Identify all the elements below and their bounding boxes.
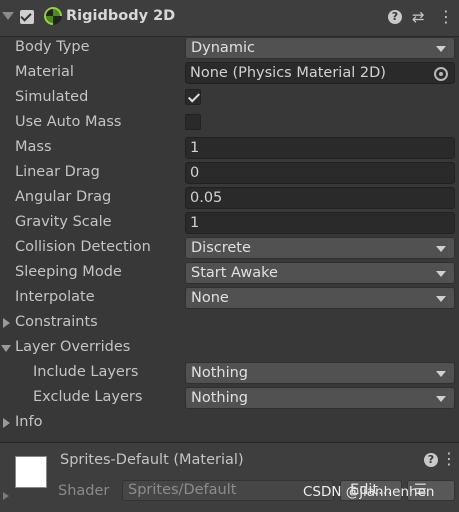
row-simulated: Simulated — [0, 86, 459, 111]
material-foldout-icon[interactable] — [3, 492, 9, 500]
component-title: Rigidbody 2D — [66, 8, 176, 24]
foldout-arrow-icon[interactable] — [2, 12, 14, 20]
linear-drag-label: Linear Drag — [15, 164, 100, 180]
row-body-type: Body Type Dynamic — [0, 36, 459, 61]
help-icon[interactable]: ? — [388, 10, 402, 24]
collision-detection-label: Collision Detection — [15, 239, 151, 255]
row-use-auto-mass: Use Auto Mass — [0, 111, 459, 136]
material-label: Material — [15, 64, 74, 80]
row-material: Material None (Physics Material 2D) — [0, 61, 459, 86]
material-preview-header: Sprites-Default (Material) ? ⋮ Shader Sp… — [0, 443, 459, 512]
constraints-foldout[interactable]: Constraints — [0, 311, 459, 336]
row-include-layers: Include Layers Nothing — [0, 361, 459, 386]
foldout-collapsed-icon[interactable] — [3, 418, 10, 428]
dropdown-arrow-icon — [436, 396, 446, 402]
interpolate-dropdown[interactable]: None — [185, 287, 455, 309]
component-header[interactable]: Rigidbody 2D ? ⇄ ⋮ — [0, 0, 459, 37]
interpolate-label: Interpolate — [15, 289, 95, 305]
include-layers-dropdown[interactable]: Nothing — [185, 362, 455, 384]
row-collision-detection: Collision Detection Discrete — [0, 236, 459, 261]
sleeping-mode-value: Start Awake — [191, 265, 278, 281]
layer-overrides-foldout[interactable]: Layer Overrides — [0, 336, 459, 361]
dropdown-arrow-icon — [436, 271, 446, 277]
simulated-label: Simulated — [15, 89, 89, 105]
sleeping-mode-label: Sleeping Mode — [15, 264, 122, 280]
help-icon[interactable]: ? — [424, 453, 438, 467]
dropdown-arrow-icon — [436, 46, 446, 52]
constraints-label[interactable]: Constraints — [15, 314, 98, 330]
body-type-label: Body Type — [15, 39, 90, 55]
row-exclude-layers: Exclude Layers Nothing — [0, 386, 459, 411]
watermark: CSDN @jianhenhen — [303, 484, 435, 500]
angular-drag-label: Angular Drag — [15, 189, 112, 205]
gravity-scale-label: Gravity Scale — [15, 214, 112, 230]
rigidbody2d-icon — [44, 7, 62, 25]
material-title: Sprites-Default (Material) — [60, 452, 244, 468]
component-enabled-checkbox[interactable] — [20, 10, 34, 24]
angular-drag-field[interactable]: 0.05 — [185, 187, 455, 209]
row-mass: Mass 1 — [0, 136, 459, 161]
use-auto-mass-checkbox[interactable] — [185, 114, 201, 130]
row-sleeping-mode: Sleeping Mode Start Awake — [0, 261, 459, 286]
use-auto-mass-label: Use Auto Mass — [15, 114, 122, 130]
exclude-layers-dropdown[interactable]: Nothing — [185, 387, 455, 409]
row-linear-drag: Linear Drag 0 — [0, 161, 459, 186]
material-value: None (Physics Material 2D) — [190, 65, 386, 81]
component-menu-icon[interactable]: ⋮ — [438, 9, 454, 25]
foldout-expanded-icon[interactable] — [1, 345, 11, 352]
material-object-field[interactable]: None (Physics Material 2D) — [185, 62, 455, 84]
body-type-dropdown[interactable]: Dynamic — [185, 37, 455, 59]
simulated-checkbox[interactable] — [185, 89, 201, 105]
dropdown-arrow-icon — [436, 371, 446, 377]
object-picker-icon[interactable] — [434, 67, 448, 81]
shader-label: Shader — [58, 483, 110, 499]
sleeping-mode-dropdown[interactable]: Start Awake — [185, 262, 455, 284]
exclude-layers-label: Exclude Layers — [33, 389, 143, 405]
include-layers-value: Nothing — [191, 365, 249, 381]
preset-icon[interactable]: ⇄ — [412, 10, 425, 25]
collision-detection-value: Discrete — [191, 240, 251, 256]
mass-field[interactable]: 1 — [185, 137, 455, 159]
info-label[interactable]: Info — [15, 414, 42, 430]
material-menu-icon[interactable]: ⋮ — [441, 451, 457, 467]
foldout-collapsed-icon[interactable] — [3, 318, 10, 328]
info-foldout[interactable]: Info — [0, 411, 459, 436]
body-type-value: Dynamic — [191, 40, 255, 56]
exclude-layers-value: Nothing — [191, 390, 249, 406]
layer-overrides-label[interactable]: Layer Overrides — [15, 339, 130, 355]
collision-detection-dropdown[interactable]: Discrete — [185, 237, 455, 259]
interpolate-value: None — [191, 290, 229, 306]
gravity-scale-field[interactable]: 1 — [185, 212, 455, 234]
include-layers-label: Include Layers — [33, 364, 139, 380]
mass-label: Mass — [15, 139, 52, 155]
row-gravity-scale: Gravity Scale 1 — [0, 211, 459, 236]
row-angular-drag: Angular Drag 0.05 — [0, 186, 459, 211]
material-thumbnail[interactable] — [15, 456, 47, 488]
dropdown-arrow-icon — [436, 246, 446, 252]
linear-drag-field[interactable]: 0 — [185, 162, 455, 184]
row-interpolate: Interpolate None — [0, 286, 459, 311]
dropdown-arrow-icon — [436, 296, 446, 302]
